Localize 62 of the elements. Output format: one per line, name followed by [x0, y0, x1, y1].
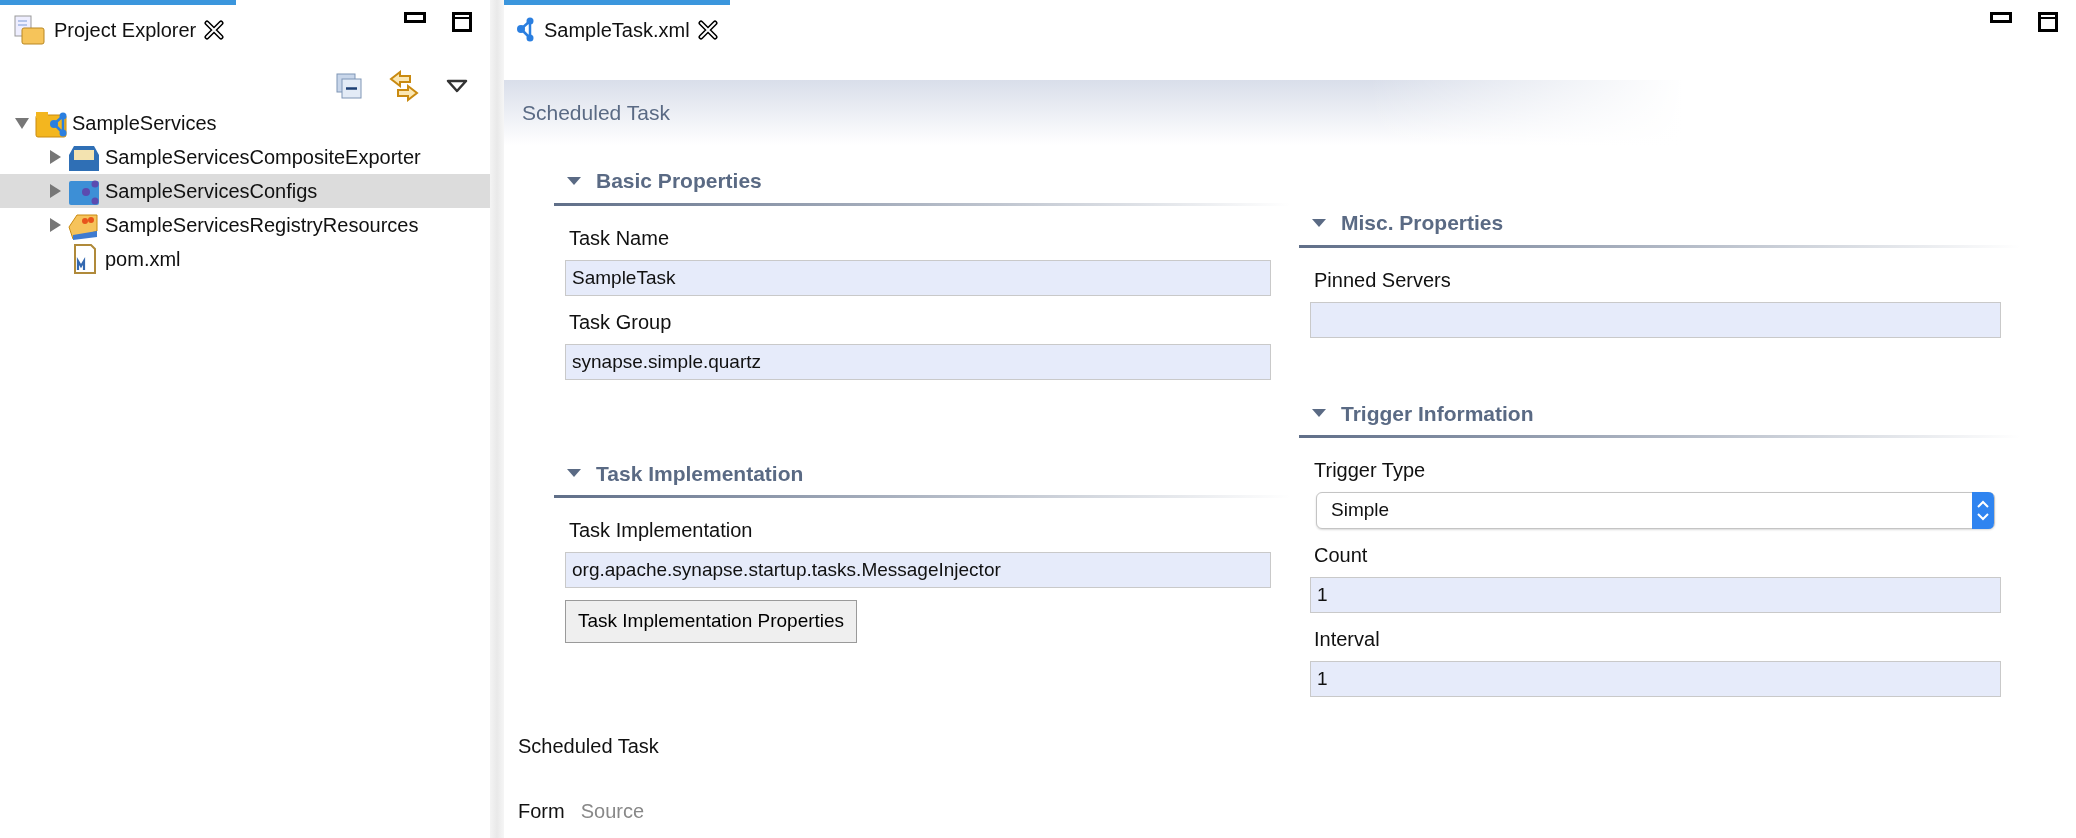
stepper-icon — [1972, 492, 1994, 529]
collapsed-arrow-icon[interactable] — [47, 149, 63, 165]
maximize-icon[interactable] — [452, 12, 472, 32]
collapse-all-icon[interactable] — [336, 73, 362, 99]
close-button[interactable] — [697, 19, 718, 40]
section-title: Trigger Information — [1341, 400, 1534, 427]
section-title: Misc. Properties — [1341, 210, 1504, 236]
section-toggle[interactable] — [566, 175, 582, 186]
nodes-icon — [516, 16, 536, 43]
minimize-icon[interactable] — [404, 12, 426, 24]
tree-item[interactable]: SampleServicesRegistryResources — [0, 208, 490, 242]
expanded-arrow-icon — [1311, 217, 1327, 228]
field-label: Task Group — [569, 309, 673, 334]
view-tab[interactable]: Project Explorer — [0, 0, 237, 54]
collapsed-arrow-icon[interactable] — [47, 183, 63, 199]
expanded-arrow-icon — [1311, 408, 1327, 419]
folder-documents-icon — [12, 13, 46, 46]
text-field[interactable]: org.apache.synapse.startup.tasks.MessageInjector — [565, 552, 1271, 588]
dropdown[interactable]: Simple — [1316, 492, 1995, 529]
text-field[interactable]: 1 — [1310, 577, 2001, 613]
item-label: SampleServicesConfigs — [105, 179, 318, 204]
field-label: Count — [1314, 543, 1369, 567]
section-title: Basic Properties — [596, 168, 762, 194]
expanded-arrow-icon — [566, 468, 582, 479]
item-label: SampleServicesCompositeExporter — [105, 145, 421, 170]
field-label: Interval — [1314, 627, 1381, 651]
item-label: pom.xml — [105, 247, 181, 272]
expanded-arrow-icon — [566, 175, 582, 186]
page-title: Scheduled Task — [518, 734, 660, 758]
field-label: Trigger Type — [1314, 458, 1427, 482]
minimize-icon[interactable] — [1990, 12, 2012, 24]
collapsed-arrow-icon[interactable] — [47, 217, 63, 233]
close-icon — [697, 19, 718, 40]
section-title: Task Implementation — [596, 460, 804, 487]
section-toggle[interactable] — [1311, 408, 1327, 419]
maximize-icon[interactable] — [2038, 12, 2058, 32]
close-icon — [204, 19, 225, 40]
tree-item[interactable]: SampleServices — [0, 106, 490, 140]
close-button[interactable] — [204, 19, 225, 40]
tab-title: SampleTask.xml — [544, 17, 690, 43]
item-label: SampleServices — [72, 111, 217, 136]
expanded-arrow-icon[interactable] — [14, 115, 30, 131]
view-tab[interactable]: SampleTask.xml — [504, 0, 730, 54]
properties-button[interactable]: Task Implementation Properties — [565, 600, 858, 643]
text-field[interactable] — [1310, 301, 2001, 338]
text-field[interactable]: SampleTask — [565, 259, 1271, 296]
page-tab[interactable]: Form — [518, 796, 565, 826]
text-field[interactable]: 1 — [1310, 661, 2001, 697]
section-toggle[interactable] — [1311, 217, 1327, 228]
field-label: Task Name — [569, 225, 671, 250]
tree-item[interactable]: pom.xml — [0, 242, 490, 276]
text-field[interactable]: synapse.simple.quartz — [565, 343, 1271, 380]
field-label: Pinned Servers — [1314, 267, 1452, 292]
view-menu-icon[interactable] — [446, 79, 468, 93]
tree-item[interactable]: SampleServicesCompositeExporter — [0, 140, 490, 174]
tab-title: Project Explorer — [54, 17, 197, 43]
field-label: Task Implementation — [569, 518, 754, 542]
swap-arrows-icon[interactable] — [388, 70, 420, 102]
item-label: SampleServicesRegistryResources — [105, 213, 419, 238]
page-tab[interactable]: Source — [580, 796, 645, 826]
tree-item[interactable]: SampleServicesConfigs — [0, 174, 490, 208]
section-toggle[interactable] — [566, 468, 582, 479]
